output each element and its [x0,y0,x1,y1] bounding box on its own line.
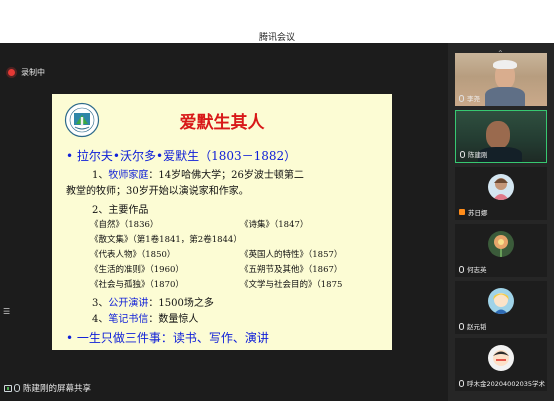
avatar [488,288,514,314]
slide-summary: • 一生只做三件事：读书、写作、演讲 [66,331,269,345]
mic-muted-icon [459,209,465,215]
participant-label: 李尧 [459,93,480,103]
mic-icon [459,322,464,330]
shirt [485,87,525,106]
mic-icon [14,384,20,392]
work-entry: 《英国人的特性》（1857） [240,250,343,260]
participant-name: 何志英 [467,266,487,274]
hair [493,60,517,69]
bullet-icon: • [66,149,77,163]
participant-name: 苏日娜 [468,209,488,217]
window-title: 腾讯会议 [258,33,295,43]
slide-heading: • 拉尔夫•沃尔多•爱默生（1803－1882） [66,149,297,163]
title-bar: 腾讯会议 [0,0,554,43]
work-entry: 《社会与孤独》（1870） [90,280,184,290]
work-entry: 《文学与社会目的》（1875 [240,280,343,290]
participant-tile[interactable]: 李尧 [455,53,547,106]
slide-item-1: 1、牧师家庭：14岁哈佛大学；26岁波士顿第二 [92,170,304,181]
mic-icon [460,150,465,158]
mic-icon [459,379,464,387]
participant-label: 赵元韬 [459,321,487,331]
participant-name: 赵元韬 [467,323,487,331]
recording-label: 录制中 [21,67,45,77]
screen-share-label: 陈建刚的屏幕共享 [23,384,92,394]
participant-tile-active[interactable]: 陈建刚 [455,110,547,163]
mic-icon [459,94,464,102]
slide-item-3: 3、公开演讲：1500场之多 [92,298,214,309]
work-entry: 《自然》（1836） [90,220,159,230]
avatar [488,345,514,371]
avatar [488,231,514,257]
record-icon [8,68,15,76]
participant-name: 陈建刚 [468,151,488,159]
participant-sidebar: ⌃ 李尧 陈建刚 苏日娜 [448,43,554,401]
slide-title: 爱默生其人 [179,113,265,133]
work-entry: 《生活的准则》（1960） [90,265,184,275]
work-entry: 《五朔节及其他》（1867） [240,265,343,275]
participant-name: 李尧 [467,95,480,103]
presentation-slide: 爱默生其人 • 拉尔夫•沃尔多•爱默生（1803－1882） 1、牧师家庭：14… [52,94,392,350]
work-entry: 《代表人物》（1850） [90,250,176,260]
participant-name: 呼木金20204002035学术 [467,380,545,388]
shared-screen-area: 录制中 爱默生其人 • 拉尔夫•沃尔多•爱默生（1803－1882） 1、牧师家… [0,43,448,401]
avatar [488,174,514,200]
slide-item-4: 4、笔记书信：数量惊人 [92,314,199,325]
mic-icon [459,265,464,273]
slide-item-1-continued: 教堂的牧师；30岁开始以演说家和作家。 [66,186,249,197]
slide-item-2: 2、主要作品 [92,205,149,216]
work-entry: 《诗集》（1847） [240,220,309,230]
participant-label: 陈建刚 [460,149,488,159]
screen-share-banner[interactable]: 陈建刚的屏幕共享 [0,381,95,395]
participant-tile[interactable]: 呼木金20204002035学术 [455,338,547,391]
recording-indicator[interactable]: 录制中 [0,63,45,81]
participant-label: 何志英 [459,264,487,274]
menu-handle-icon[interactable]: ☰ [3,307,10,316]
participant-label: 呼木金20204002035学术 [459,378,545,388]
work-entry: 《散文集》（第1卷1841，第2卷1844） [90,235,242,245]
participant-tile[interactable]: 何志英 [455,224,547,277]
participant-video [486,121,510,149]
screen-share-icon [4,384,12,392]
bullet-icon: • [66,331,77,345]
participant-tile[interactable]: 苏日娜 [455,167,547,220]
participant-tile[interactable]: 赵元韬 [455,281,547,334]
participant-label: 苏日娜 [459,207,488,217]
